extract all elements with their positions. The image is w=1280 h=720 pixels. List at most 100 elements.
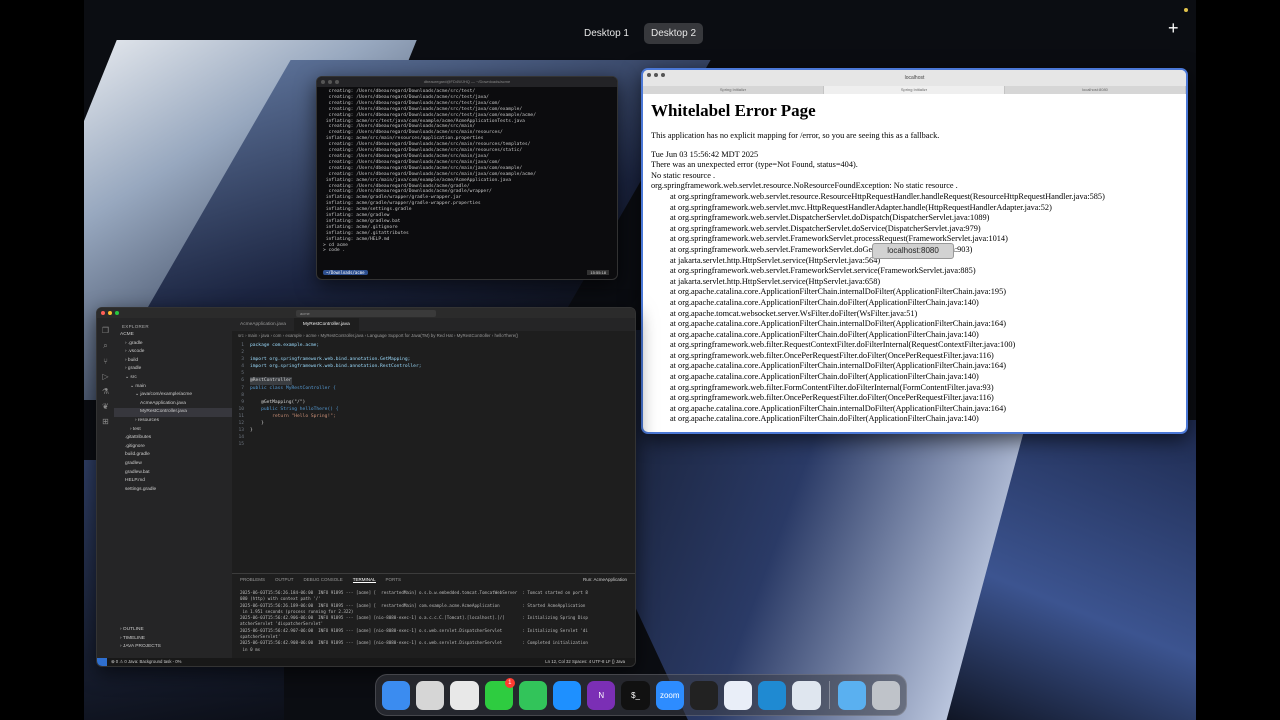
minimize-icon[interactable] (108, 311, 112, 315)
sidebar-section[interactable]: › JAVA PROJECTS (114, 643, 232, 652)
stack-trace-line: at org.springframework.web.filter.FormCo… (670, 382, 994, 392)
file-tree-item[interactable]: › test (114, 426, 232, 435)
file-tree-item[interactable]: MyRestController.java (114, 408, 232, 417)
terminal-icon[interactable]: $_ (621, 680, 650, 710)
space-desktop-1[interactable]: Desktop 1 (577, 23, 636, 44)
testing-icon[interactable]: ⚗ (102, 387, 109, 396)
messages-icon[interactable] (518, 680, 548, 710)
space-desktop-2[interactable]: Desktop 2 (644, 22, 704, 44)
explorer-icon[interactable]: ❐ (102, 326, 109, 335)
page-title: Whitelabel Error Page (651, 101, 816, 120)
file-tree-item[interactable]: › .gradle (114, 340, 232, 349)
stack-trace-line: at org.springframework.web.filter.OncePe… (670, 350, 994, 360)
close-icon[interactable] (101, 311, 105, 315)
file-tree-item[interactable]: gradlew.bat (114, 469, 232, 478)
launchpad-icon[interactable] (416, 680, 445, 710)
vscode-window[interactable]: acme ❐ ⌕ ⑂ ▷ ⚗ ❦ ⊞ EXPLORER ACME › .gradl… (96, 307, 636, 667)
code-text: public String helloThere() { (250, 406, 339, 412)
code-line: 5 (232, 370, 635, 377)
minimize-icon[interactable] (328, 80, 332, 84)
command-center-search[interactable]: acme (296, 309, 436, 317)
browser-toolbar[interactable]: localhost (643, 70, 1186, 86)
activity-monitor-icon[interactable] (689, 680, 719, 710)
file-tree-item[interactable]: › .vscode (114, 348, 232, 357)
file-tree-item[interactable]: › gradle (114, 365, 232, 374)
tab-output[interactable]: OUTPUT (275, 577, 294, 583)
file-tree-item[interactable]: HELP.md (114, 477, 232, 486)
terminal-titlebar[interactable]: dbeauregard@FD4WJHQ — ~/Downloads/acme (317, 77, 617, 87)
downloads-folder-icon[interactable] (837, 680, 866, 710)
log-line: 2025-06-03T15:56:42.907-06:00 INFO 91895… (240, 627, 588, 633)
minimize-icon[interactable] (654, 73, 658, 77)
file-tree-item[interactable]: .gitattributes (114, 434, 232, 443)
line-number: 8 (241, 392, 244, 398)
code-text: @GetMapping("/") (250, 399, 306, 405)
mission-control-spaces-bar: Desktop 1 Desktop 2 (0, 0, 1280, 66)
stack-trace-line: at org.apache.catalina.core.ApplicationF… (670, 361, 1006, 371)
vscode-icon[interactable] (758, 680, 787, 710)
run-debug-icon[interactable]: ▷ (102, 372, 108, 381)
link-tooltip: localhost:8080 (872, 243, 954, 259)
tab-ports[interactable]: PORTS (386, 577, 401, 583)
file-tree-item[interactable]: › resources (114, 417, 232, 426)
file-tree-item[interactable]: AcmeApplication.java (114, 400, 232, 409)
tab-acme-application[interactable]: AcmeApplication.java (232, 318, 295, 331)
dock-app-label: $_ (631, 690, 640, 700)
add-space-button[interactable]: + (1168, 18, 1179, 39)
status-left[interactable]: ⊗ 0 ⚠ 0 Java: Background task - 0% (111, 658, 182, 666)
extensions-icon[interactable]: ⊞ (102, 417, 109, 426)
breadcrumb[interactable]: src › main › java › com › example › acme… (232, 331, 635, 340)
run-config-label[interactable]: Run: AcmeApplication (583, 577, 627, 582)
browser-tab[interactable]: Spring Initializr (824, 86, 1005, 94)
code-text: package com.example.acme; (250, 343, 320, 348)
code-line: 4 import org.springframework.web.bind.ann… (232, 363, 635, 370)
sidebar-section[interactable]: › OUTLINE (114, 626, 232, 635)
finder-icon[interactable] (382, 680, 411, 710)
remote-icon[interactable] (97, 658, 107, 666)
chrome-icon[interactable] (450, 680, 479, 710)
log-line: in 0 ms (240, 646, 261, 652)
code-line: 1 package com.example.acme; (232, 342, 635, 349)
sidebar-section[interactable]: › TIMELINE (114, 635, 232, 644)
browser-tab[interactable]: localhost:8080 (1005, 86, 1186, 94)
file-tree-item[interactable]: ⌄ src (114, 374, 232, 383)
terminal-log[interactable]: 2025-06-03T15:56:26.184-06:00 INFO 91895… (232, 586, 635, 657)
spring-icon[interactable]: ❦ (102, 402, 109, 411)
close-icon[interactable] (321, 80, 325, 84)
tab-debug-console[interactable]: DEBUG CONSOLE (304, 577, 343, 583)
file-tree-item[interactable]: ⌄ java/com/example/acme (114, 391, 232, 400)
code-editor[interactable]: 1 package com.example.acme; 2 3 import org.s… (232, 342, 635, 572)
zoom-icon[interactable]: zoom (655, 680, 684, 710)
browser-tab[interactable]: Spring Initializr (643, 86, 824, 94)
file-tree-item[interactable]: › build (114, 357, 232, 366)
file-tree-item[interactable]: .gitignore (114, 443, 232, 452)
line-number: 4 (241, 364, 244, 370)
onenote-icon[interactable]: N (587, 680, 616, 710)
zoom-icon[interactable] (661, 73, 665, 77)
file-tree-item[interactable]: ACME (114, 331, 232, 340)
1password-icon[interactable] (724, 680, 753, 710)
trash-icon[interactable] (871, 680, 901, 710)
zoom-icon[interactable] (115, 311, 119, 315)
close-icon[interactable] (647, 73, 651, 77)
zoom-icon[interactable] (335, 80, 339, 84)
terminal-line: > code . (323, 248, 346, 254)
file-tree-item[interactable]: settings.gradle (114, 486, 232, 495)
messages-green-icon[interactable]: 1 (484, 677, 515, 710)
terminal-window[interactable]: dbeauregard@FD4WJHQ — ~/Downloads/acme c… (316, 76, 618, 280)
file-tree-item[interactable]: build.gradle (114, 451, 232, 460)
safari-icon[interactable] (553, 680, 582, 710)
status-right[interactable]: Ln 12, Col 32 Spaces: 4 UTF-8 LF {} Java (545, 658, 625, 666)
file-tree-item[interactable]: ⌄ main (114, 383, 232, 392)
code-line: 13} (232, 427, 635, 434)
tab-problems[interactable]: PROBLEMS (240, 577, 265, 583)
tab-my-rest-controller[interactable]: MyRestController.java (294, 318, 359, 331)
file-tree-item[interactable]: gradlew (114, 460, 232, 469)
address-bar[interactable]: localhost (905, 75, 925, 81)
search-icon[interactable]: ⌕ (103, 341, 107, 351)
vscode-titlebar[interactable]: acme (97, 308, 635, 318)
terminal-output[interactable]: creating: /Users/dbeauregard/Downloads/a… (317, 87, 617, 256)
tab-terminal[interactable]: TERMINAL (352, 577, 376, 583)
source-control-icon[interactable]: ⑂ (103, 357, 108, 366)
quicktime-icon[interactable] (792, 680, 821, 710)
